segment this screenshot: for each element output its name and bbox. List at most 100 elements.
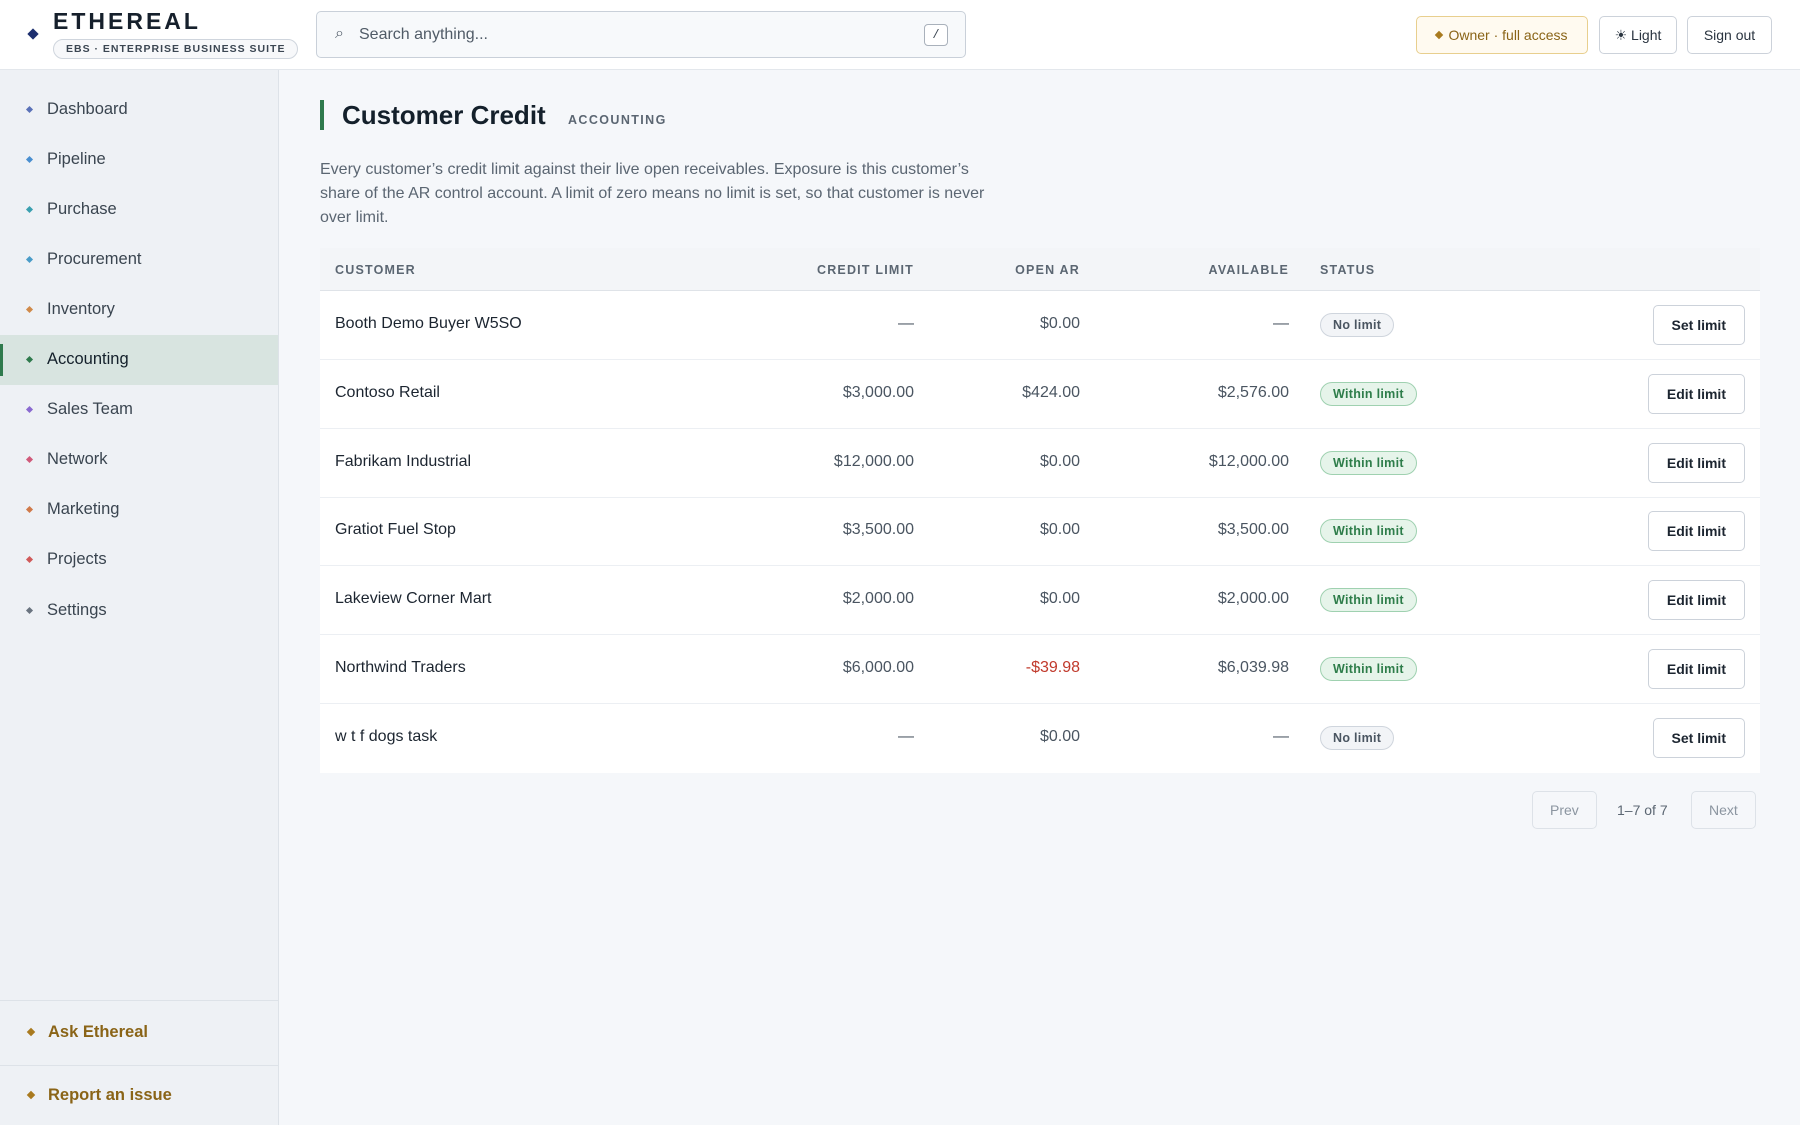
search-shortcut-key: / bbox=[924, 24, 948, 46]
sidebar-item-dashboard[interactable]: Dashboard bbox=[0, 84, 278, 134]
brand-tagline: EBS · ENTERPRISE BUSINESS SUITE bbox=[53, 39, 299, 59]
status-badge: Within limit bbox=[1320, 657, 1417, 681]
set-limit-button[interactable]: Set limit bbox=[1652, 305, 1745, 345]
top-header: ETHEREAL EBS · ENTERPRISE BUSINESS SUITE… bbox=[0, 0, 1800, 70]
next-page-button[interactable]: Next bbox=[1691, 791, 1756, 829]
edit-limit-button[interactable]: Edit limit bbox=[1647, 511, 1745, 552]
open-ar-cell: $0.00 bbox=[1039, 590, 1080, 608]
available-cell: $3,500.00 bbox=[1217, 521, 1289, 539]
sidebar-divider bbox=[0, 1000, 278, 1001]
owner-access-button[interactable]: Owner · full access bbox=[1416, 16, 1588, 54]
page-section-label: ACCOUNTING bbox=[568, 113, 667, 127]
status-badge: No limit bbox=[1320, 725, 1395, 750]
available-cell: $2,000.00 bbox=[1217, 590, 1289, 608]
customer-cell: Contoso Retail bbox=[335, 383, 440, 401]
sidebar-item-projects[interactable]: Projects bbox=[0, 535, 278, 585]
customer-cell: Northwind Traders bbox=[335, 659, 466, 676]
available-cell: $12,000.00 bbox=[1208, 452, 1289, 470]
page-description: Every customer’s credit limit against th… bbox=[320, 161, 985, 226]
report-diamond-icon bbox=[26, 1090, 36, 1100]
credit-limit-cell: $2,000.00 bbox=[842, 590, 914, 608]
credit-limit-cell: $3,500.00 bbox=[842, 521, 914, 539]
header-customer[interactable]: CUSTOMER bbox=[335, 263, 416, 277]
available-cell: — bbox=[1273, 727, 1289, 745]
table-row: w t f dogs task — $0.00 — No limit Set limit bbox=[320, 704, 1760, 773]
header-open-ar[interactable]: OPEN AR bbox=[1015, 263, 1080, 277]
nav-diamond-icon bbox=[25, 406, 34, 414]
customer-cell: Gratiot Fuel Stop bbox=[335, 521, 456, 539]
sidebar-item-label: Accounting bbox=[47, 350, 129, 368]
title-accent-bar bbox=[320, 100, 324, 130]
sidebar: Dashboard Pipeline Purchase Procurement Inve… bbox=[0, 70, 279, 1125]
table-row: Lakeview Corner Mart $2,000.00 $0.00 $2,000… bbox=[320, 566, 1760, 636]
search-box[interactable]: ⌕ / bbox=[316, 11, 966, 58]
prev-page-button[interactable]: Prev bbox=[1532, 791, 1597, 829]
customer-cell: w t f dogs task bbox=[335, 727, 438, 745]
credit-limit-cell: $6,000.00 bbox=[842, 659, 914, 676]
brand-name[interactable]: ETHEREAL bbox=[53, 8, 201, 35]
sidebar-item-marketing[interactable]: Marketing bbox=[0, 485, 278, 535]
sign-out-button[interactable]: Sign out bbox=[1687, 16, 1772, 54]
sidebar-item-label: Procurement bbox=[47, 249, 142, 268]
customer-cell: Booth Demo Buyer W5SO bbox=[335, 315, 522, 332]
status-badge: No limit bbox=[1320, 313, 1395, 337]
sidebar-item-pipeline[interactable]: Pipeline bbox=[0, 134, 278, 184]
set-limit-button[interactable]: Set limit bbox=[1652, 717, 1745, 758]
open-ar-cell: $0.00 bbox=[1039, 315, 1080, 332]
edit-limit-button[interactable]: Edit limit bbox=[1647, 373, 1745, 414]
header-available[interactable]: AVAILABLE bbox=[1209, 263, 1289, 277]
sidebar-item-sales-team[interactable]: Sales Team bbox=[0, 385, 278, 435]
nav-diamond-icon bbox=[25, 606, 34, 614]
report-issue-label: Report an issue bbox=[48, 1085, 172, 1104]
nav-diamond-icon bbox=[25, 556, 34, 564]
nav-diamond-icon bbox=[25, 255, 34, 263]
customer-cell: Fabrikam Industrial bbox=[335, 452, 472, 470]
credit-limit-cell: $12,000.00 bbox=[833, 452, 914, 470]
sidebar-item-label: Pipeline bbox=[47, 149, 106, 168]
search-input[interactable] bbox=[359, 20, 879, 50]
nav-diamond-icon bbox=[25, 205, 34, 213]
header-credit-limit[interactable]: CREDIT LIMIT bbox=[817, 263, 914, 277]
sidebar-item-inventory[interactable]: Inventory bbox=[0, 284, 278, 334]
sidebar-item-accounting[interactable]: Accounting bbox=[0, 334, 278, 385]
status-badge: Within limit bbox=[1320, 450, 1417, 475]
status-badge: Within limit bbox=[1320, 381, 1417, 406]
table-row: Gratiot Fuel Stop $3,500.00 $0.00 $3,500.00… bbox=[320, 497, 1760, 567]
ask-ethereal-link[interactable]: Ask Ethereal bbox=[0, 1012, 278, 1052]
open-ar-cell: $424.00 bbox=[1022, 383, 1080, 401]
sidebar-divider bbox=[0, 1065, 278, 1066]
sidebar-item-label: Settings bbox=[47, 600, 107, 619]
sidebar-item-label: Projects bbox=[47, 550, 107, 569]
sidebar-item-label: Sales Team bbox=[47, 400, 133, 419]
open-ar-cell: $0.00 bbox=[1039, 452, 1080, 470]
sidebar-item-procurement[interactable]: Procurement bbox=[0, 234, 278, 284]
edit-limit-button[interactable]: Edit limit bbox=[1647, 580, 1745, 621]
sidebar-item-settings[interactable]: Settings bbox=[0, 585, 278, 635]
brand-diamond-icon bbox=[27, 28, 39, 40]
table-header: CUSTOMER CREDIT LIMIT OPEN AR AVAILABLE … bbox=[320, 248, 1760, 291]
header-status[interactable]: STATUS bbox=[1320, 263, 1375, 277]
ask-diamond-icon bbox=[26, 1027, 36, 1037]
theme-toggle-button[interactable]: ☀ Light bbox=[1599, 16, 1677, 54]
page-title: Customer Credit bbox=[342, 100, 546, 130]
sidebar-item-purchase[interactable]: Purchase bbox=[0, 184, 278, 234]
open-ar-cell: $0.00 bbox=[1039, 521, 1080, 539]
owner-diamond-icon bbox=[1435, 30, 1444, 40]
report-issue-link[interactable]: Report an issue bbox=[0, 1075, 278, 1115]
edit-limit-button[interactable]: Edit limit bbox=[1647, 442, 1745, 483]
available-cell: — bbox=[1273, 315, 1289, 332]
sidebar-item-label: Inventory bbox=[47, 299, 115, 318]
ask-ethereal-label: Ask Ethereal bbox=[48, 1022, 148, 1041]
nav-diamond-icon bbox=[25, 506, 34, 514]
edit-limit-button[interactable]: Edit limit bbox=[1647, 649, 1745, 689]
credit-limit-cell: — bbox=[898, 315, 914, 332]
sidebar-item-label: Dashboard bbox=[47, 99, 128, 118]
nav-diamond-icon bbox=[25, 155, 34, 163]
credit-limit-cell: $3,000.00 bbox=[842, 383, 914, 401]
open-ar-cell: $0.00 bbox=[1039, 727, 1080, 745]
nav-diamond-icon bbox=[25, 456, 34, 464]
sidebar-item-network[interactable]: Network bbox=[0, 435, 278, 485]
table-row: Booth Demo Buyer W5SO — $0.00 — No limit Set … bbox=[320, 291, 1760, 360]
available-cell: $2,576.00 bbox=[1217, 383, 1289, 401]
sidebar-item-label: Marketing bbox=[47, 500, 120, 519]
